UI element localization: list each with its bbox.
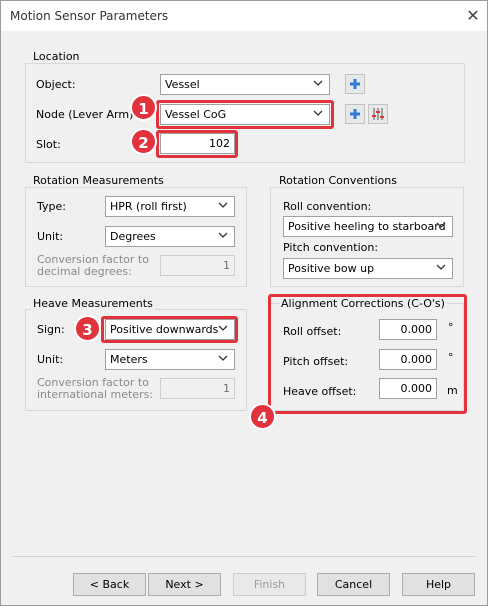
cancel-button[interactable]: Cancel — [317, 573, 390, 596]
rotation-conversion-label: Conversion factor to decimal degrees: — [37, 253, 149, 278]
rotation-type-combo[interactable]: HPR (roll first) — [105, 196, 235, 217]
title-bar: Motion Sensor Parameters ✕ — [1, 1, 487, 31]
alignment-corrections-highlight — [268, 294, 467, 414]
pitch-convention-combo[interactable]: Positive bow up — [283, 258, 453, 279]
rotation-conventions-label: Rotation Conventions — [277, 174, 399, 187]
node-combo-highlight — [156, 100, 334, 129]
heave-conversion-label: Conversion factor to international meter… — [37, 376, 154, 401]
node-settings-button[interactable] — [368, 104, 388, 124]
rotation-measurements-label: Rotation Measurements — [31, 174, 166, 187]
chevron-down-icon — [313, 80, 323, 86]
object-combo-value: Vessel — [165, 78, 200, 91]
help-button[interactable]: Help — [402, 573, 475, 596]
rotation-type-label: Type: — [37, 200, 66, 213]
rotation-type-value: HPR (roll first) — [110, 200, 187, 213]
heave-unit-value: Meters — [110, 353, 148, 366]
finish-button: Finish — [233, 573, 306, 596]
pitch-convention-label: Pitch convention: — [283, 241, 379, 254]
chevron-down-icon — [436, 222, 446, 228]
heave-conversion-input: 1 — [160, 378, 235, 399]
rotation-unit-combo[interactable]: Degrees — [105, 226, 235, 247]
pitch-convention-value: Positive bow up — [288, 262, 375, 275]
object-label: Object: — [36, 78, 76, 91]
annotation-badge-4: 4 — [249, 403, 276, 430]
chevron-down-icon — [218, 355, 228, 361]
next-button[interactable]: Next > — [148, 573, 221, 596]
window-title: Motion Sensor Parameters — [10, 9, 169, 23]
object-combo[interactable]: Vessel — [160, 74, 330, 95]
rotation-conversion-input: 1 — [160, 255, 235, 276]
heave-unit-combo[interactable]: Meters — [105, 349, 235, 370]
heave-sign-highlight — [101, 316, 238, 343]
roll-convention-value: Positive heeling to starboard — [288, 220, 446, 233]
heave-unit-label: Unit: — [37, 353, 64, 366]
annotation-badge-1: 1 — [130, 94, 157, 121]
chevron-down-icon — [218, 232, 228, 238]
roll-convention-label: Roll convention: — [283, 200, 372, 213]
add-node-button[interactable] — [345, 104, 365, 124]
footer-separator — [13, 556, 475, 557]
plus-icon — [350, 109, 360, 119]
slot-input-highlight — [156, 130, 238, 158]
annotation-badge-3: 3 — [74, 315, 101, 342]
heave-sign-label: Sign: — [37, 323, 65, 336]
location-group-label: Location — [31, 50, 82, 63]
node-label: Node (Lever Arm): — [36, 108, 138, 121]
add-object-button[interactable] — [345, 74, 365, 94]
chevron-down-icon — [436, 264, 446, 270]
roll-convention-combo[interactable]: Positive heeling to starboard — [283, 216, 453, 237]
rotation-unit-label: Unit: — [37, 230, 64, 243]
close-icon[interactable]: ✕ — [461, 4, 485, 28]
rotation-unit-value: Degrees — [110, 230, 156, 243]
heave-measurements-label: Heave Measurements — [31, 297, 155, 310]
motion-sensor-dialog: Motion Sensor Parameters ✕ Location Obje… — [0, 0, 488, 606]
back-button[interactable]: < Back — [73, 573, 146, 596]
plus-icon — [350, 79, 360, 89]
annotation-badge-2: 2 — [130, 128, 157, 155]
slot-label: Slot: — [36, 138, 61, 151]
chevron-down-icon — [218, 202, 228, 208]
sliders-icon — [372, 108, 384, 120]
